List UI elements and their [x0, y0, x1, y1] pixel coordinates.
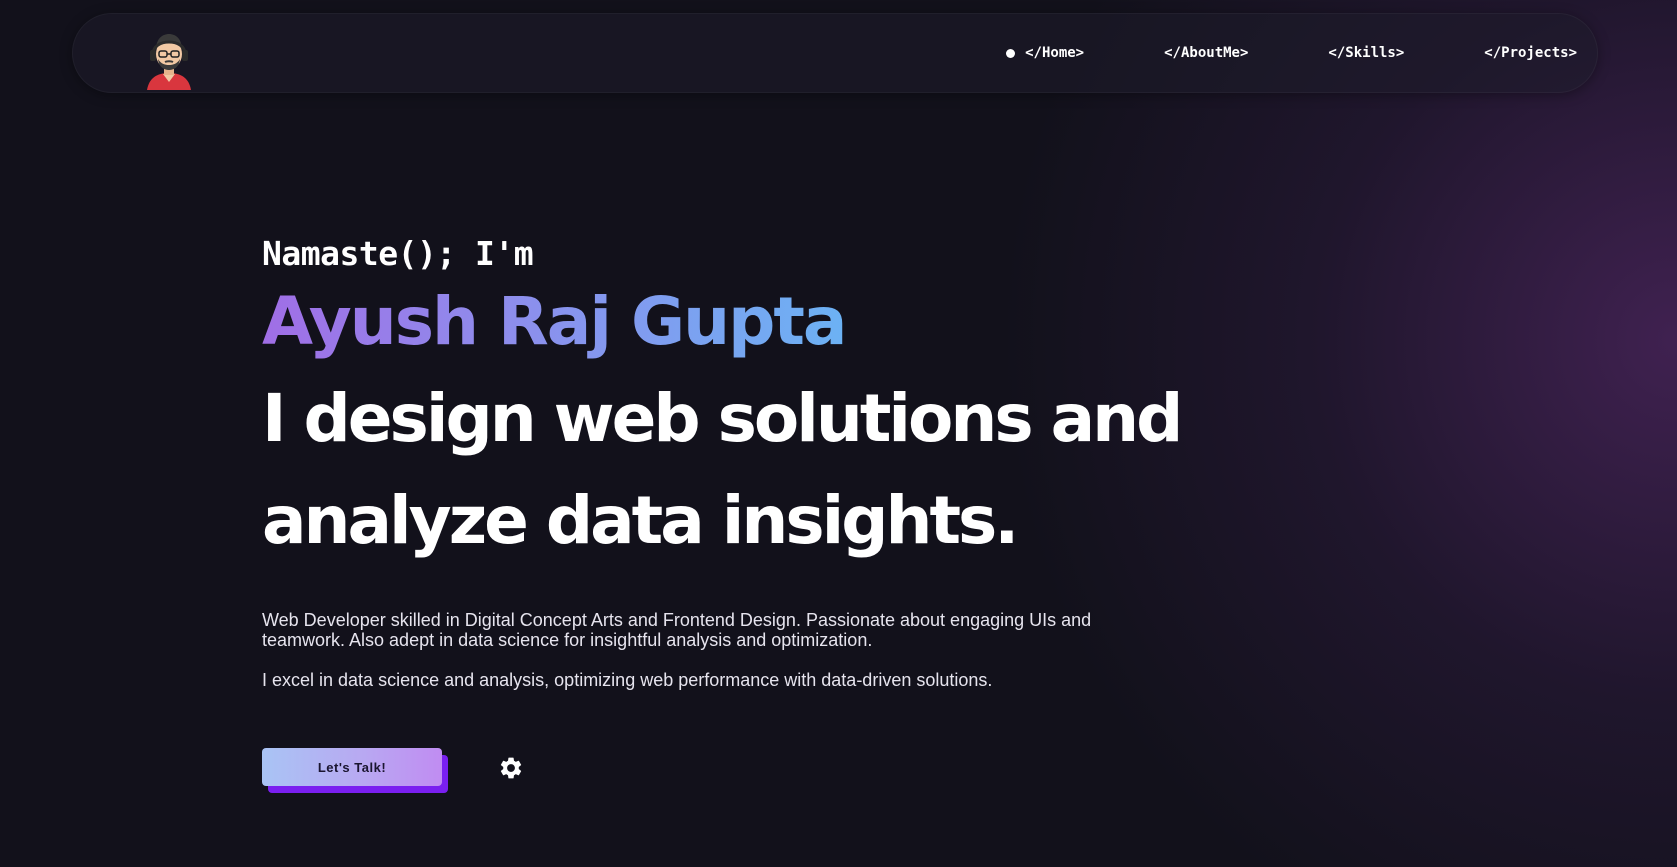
nav-item-aboutme[interactable]: </AboutMe>	[1164, 45, 1248, 61]
nav-item-label: </Skills>	[1328, 45, 1405, 61]
hero-name: Ayush Raj Gupta	[262, 278, 847, 366]
nav-item-label: </AboutMe>	[1164, 45, 1249, 61]
hero-headline-line1: I design web solutions and	[262, 380, 1183, 457]
logo-avatar-icon[interactable]	[141, 26, 197, 90]
active-indicator-dot	[1006, 48, 1016, 58]
nav-item-skills[interactable]: </Skills>	[1328, 45, 1404, 61]
hero-greeting: Namaste(); I'm	[262, 234, 534, 273]
hero-description-primary: Web Developer skilled in Digital Concept…	[262, 610, 1092, 650]
nav-item-label: </Projects>	[1484, 45, 1577, 61]
hero-headline-line2: analyze data insights.	[262, 482, 1019, 559]
lets-talk-button[interactable]: Let's Talk!	[262, 748, 442, 786]
gear-icon[interactable]	[498, 755, 524, 781]
nav-item-projects[interactable]: </Projects>	[1484, 45, 1577, 61]
cta-row: Let's Talk!	[262, 748, 562, 796]
nav-item-home[interactable]: </Home>	[1006, 45, 1084, 61]
hero-section: Namaste(); I'm Ayush Raj Gupta I design …	[262, 232, 1262, 690]
nav-links: </Home> </AboutMe> </Skills> </Projects>	[1006, 14, 1577, 92]
nav-item-label: </Home>	[1025, 45, 1085, 61]
developer-avatar-icon	[147, 34, 191, 90]
navbar: </Home> </AboutMe> </Skills> </Projects>	[72, 13, 1598, 93]
hero-description-secondary: I excel in data science and analysis, op…	[262, 670, 993, 690]
